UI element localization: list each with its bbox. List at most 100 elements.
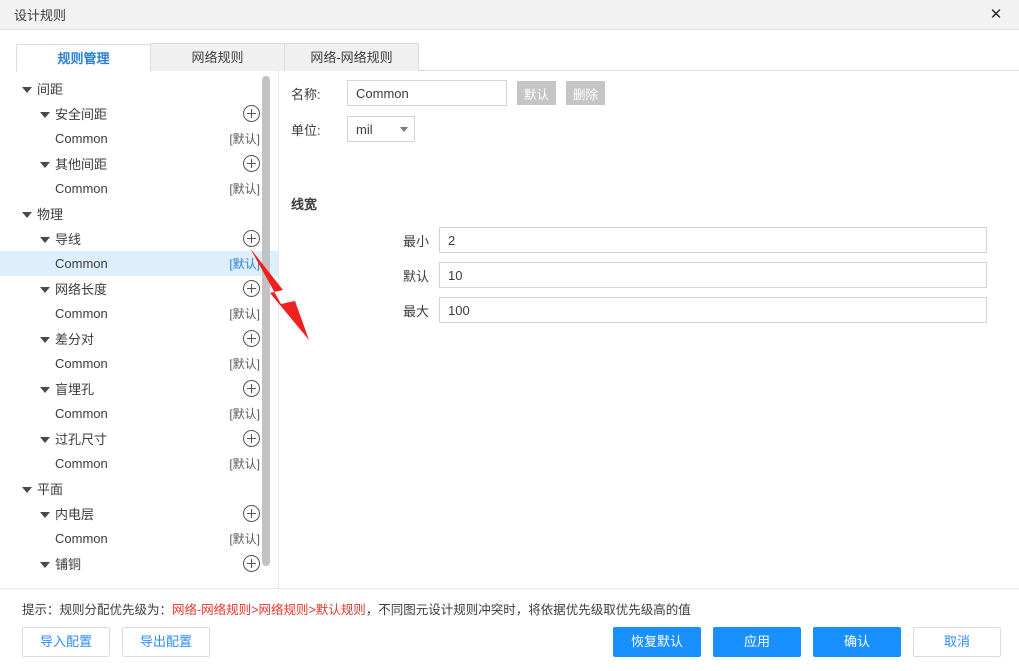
default-tag: [默认] bbox=[229, 407, 260, 421]
linewidth-1-input[interactable] bbox=[439, 262, 987, 288]
tree-row[interactable]: Common [默认] bbox=[0, 176, 278, 201]
tree-row-label: 物理 bbox=[37, 207, 64, 222]
delete-rule-button[interactable]: 删除 bbox=[566, 81, 606, 105]
tree-row[interactable]: 其他间距 bbox=[0, 151, 278, 176]
import-config-button[interactable]: 导入配置 bbox=[22, 627, 110, 657]
tree-row[interactable]: 物理 bbox=[0, 201, 278, 226]
name-input[interactable] bbox=[347, 80, 507, 106]
linewidth-row-label: 最小 bbox=[402, 233, 429, 249]
tree-row[interactable]: 导线 bbox=[0, 226, 278, 251]
tree-row-label: 内电层 bbox=[55, 507, 95, 522]
tree-row-label: 过孔尺寸 bbox=[55, 432, 108, 447]
tree-row-label: 安全间距 bbox=[55, 107, 108, 122]
tree-row[interactable]: Common [默认] bbox=[0, 351, 278, 376]
tree-row-label: Common bbox=[55, 256, 108, 271]
default-tag: [默认] bbox=[229, 457, 260, 471]
chevron-down-icon bbox=[400, 126, 408, 132]
tree-row[interactable]: 过孔尺寸 bbox=[0, 426, 278, 451]
default-tag: [默认] bbox=[229, 307, 260, 321]
tree-row-label: Common bbox=[55, 531, 108, 546]
tree-row-label: 差分对 bbox=[55, 332, 95, 347]
tree-row-label: 盲埋孔 bbox=[55, 382, 95, 397]
tree-row-label: 铺铜 bbox=[55, 557, 82, 572]
ok-button[interactable]: 确认 bbox=[813, 627, 901, 657]
caret-down-icon[interactable] bbox=[22, 483, 33, 494]
footer-button-row: 导入配置 导出配置 恢复默认 应用 确认 取消 bbox=[22, 627, 1001, 657]
linewidth-row: 最小 bbox=[381, 227, 987, 253]
priority-hint: 提示：规则分配优先级为：网络-网络规则>网络规则>默认规则，不同图元设计规则冲突… bbox=[0, 589, 1019, 618]
default-tag: [默认] bbox=[229, 132, 260, 146]
plus-circle-icon[interactable] bbox=[243, 555, 260, 572]
linewidth-2-input[interactable] bbox=[439, 297, 987, 323]
plus-circle-icon[interactable] bbox=[243, 330, 260, 347]
tab-2[interactable]: 网络-网络规则 bbox=[284, 43, 419, 71]
tree-row-label: 网络长度 bbox=[55, 282, 108, 297]
tree-scrollbar[interactable] bbox=[262, 76, 270, 566]
linewidth-row-label: 默认 bbox=[402, 268, 429, 284]
plus-circle-icon[interactable] bbox=[243, 430, 260, 447]
caret-down-icon[interactable] bbox=[40, 508, 51, 519]
unit-row: 单位: mil bbox=[291, 116, 987, 142]
unit-select-value: mil bbox=[356, 121, 373, 137]
restore-default-button[interactable]: 恢复默认 bbox=[613, 627, 701, 657]
plus-circle-icon[interactable] bbox=[243, 155, 260, 172]
caret-down-icon[interactable] bbox=[22, 208, 33, 219]
tree-row[interactable]: 网络长度 bbox=[0, 276, 278, 301]
caret-down-icon[interactable] bbox=[40, 558, 51, 569]
tree-row[interactable]: Common [默认] bbox=[0, 526, 278, 551]
tree-row[interactable]: 平面 bbox=[0, 476, 278, 501]
plus-circle-icon[interactable] bbox=[243, 505, 260, 522]
tree-row-label: Common bbox=[55, 406, 108, 421]
apply-button[interactable]: 应用 bbox=[713, 627, 801, 657]
dialog-footer: 提示：规则分配优先级为：网络-网络规则>网络规则>默认规则，不同图元设计规则冲突… bbox=[0, 588, 1019, 671]
tree-row[interactable]: Common [默认] bbox=[0, 301, 278, 326]
plus-circle-icon[interactable] bbox=[243, 105, 260, 122]
caret-down-icon[interactable] bbox=[22, 83, 33, 94]
tree-row[interactable]: Common [默认] bbox=[0, 401, 278, 426]
caret-down-icon[interactable] bbox=[40, 233, 51, 244]
caret-down-icon[interactable] bbox=[40, 383, 51, 394]
close-icon[interactable]: ✕ bbox=[973, 0, 1019, 29]
tree-row[interactable]: 内电层 bbox=[0, 501, 278, 526]
caret-down-icon[interactable] bbox=[40, 333, 51, 344]
export-config-button[interactable]: 导出配置 bbox=[122, 627, 210, 657]
tree-row[interactable]: 铺铜 bbox=[0, 551, 278, 576]
tree-row-label: 其他间距 bbox=[55, 157, 108, 172]
linewidth-row: 默认 bbox=[381, 262, 987, 288]
window-titlebar: 设计规则 ✕ bbox=[0, 0, 1019, 30]
caret-down-icon[interactable] bbox=[40, 283, 51, 294]
tab-0[interactable]: 规则管理 bbox=[16, 44, 151, 72]
tree-row-label: Common bbox=[55, 456, 108, 471]
plus-circle-icon[interactable] bbox=[243, 230, 260, 247]
plus-circle-icon[interactable] bbox=[243, 280, 260, 297]
set-default-button[interactable]: 默认 bbox=[517, 81, 557, 105]
tree-row[interactable]: Common [默认] bbox=[0, 126, 278, 151]
linewidth-rows: 最小默认最大 bbox=[291, 227, 987, 323]
window-title: 设计规则 bbox=[14, 8, 67, 23]
hint-priority: 网络-网络规则>网络规则>默认规则 bbox=[172, 603, 366, 617]
tree-row-label: Common bbox=[55, 306, 108, 321]
tree-row[interactable]: Common [默认] bbox=[0, 251, 278, 276]
unit-select[interactable]: mil bbox=[347, 116, 415, 142]
tab-1[interactable]: 网络规则 bbox=[150, 43, 285, 71]
name-label: 名称: bbox=[291, 86, 321, 102]
caret-down-icon[interactable] bbox=[40, 433, 51, 444]
tree-row[interactable]: 间距 bbox=[0, 76, 278, 101]
caret-down-icon[interactable] bbox=[40, 108, 51, 119]
unit-label: 单位: bbox=[291, 122, 321, 138]
tree-row[interactable]: 差分对 bbox=[0, 326, 278, 351]
default-tag: [默认] bbox=[229, 182, 260, 196]
tree-row-label: Common bbox=[55, 356, 108, 371]
name-row: 名称: 默认 删除 bbox=[291, 80, 987, 106]
tree-row[interactable]: 盲埋孔 bbox=[0, 376, 278, 401]
rule-tree: 间距安全间距 Common [默认] 其他间距 Common [默认] 物理导线 Common… bbox=[0, 76, 278, 588]
tree-row[interactable]: Common [默认] bbox=[0, 451, 278, 476]
linewidth-0-input[interactable] bbox=[439, 227, 987, 253]
caret-down-icon[interactable] bbox=[40, 158, 51, 169]
tree-row-label: Common bbox=[55, 181, 108, 196]
plus-circle-icon[interactable] bbox=[243, 380, 260, 397]
tree-row[interactable]: 安全间距 bbox=[0, 101, 278, 126]
linewidth-row: 最大 bbox=[381, 297, 987, 323]
cancel-button[interactable]: 取消 bbox=[913, 627, 1001, 657]
tree-row-label: Common bbox=[55, 131, 108, 146]
